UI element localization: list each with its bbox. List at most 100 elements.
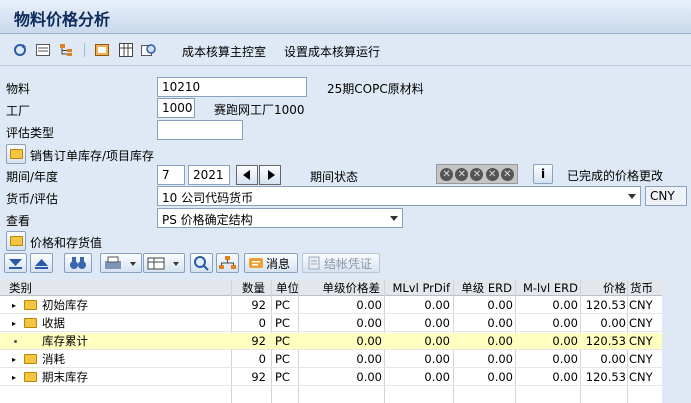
grid-icon[interactable] [118,42,134,58]
header-unit[interactable]: 单位 [276,280,299,296]
magnifier-icon [194,256,209,271]
table-row[interactable]: ▸ 收据 0 PC 0.00 0.00 0.00 0.00 0.00 CNY [0,315,662,332]
table-row-selected[interactable]: 库存累计 92 PC 0.00 0.00 0.00 0.00 120.53 CN… [0,333,662,350]
messages-button[interactable]: 消息 [244,253,298,273]
mlvl-erd-cell: 0.00 [552,370,578,384]
grid-header: 类别 数量 单位 单级价格差 MLvl PrDif 单级 ERD M-lvl E… [0,280,662,296]
mlvl-erd-cell: 0.00 [552,352,578,366]
expand-triangle-icon[interactable]: ▸ [12,315,16,332]
category-cell: 消耗 [42,352,65,366]
next-period-button[interactable] [259,165,281,185]
mlvl-prdif-cell: 0.00 [424,352,450,366]
leaf-bullet-icon [14,340,17,343]
expand-triangle-icon[interactable]: ▸ [12,351,16,368]
status-x-icon: ✕ [500,167,514,181]
header-quantity[interactable]: 数量 [232,280,265,296]
application-toolbar: 成本核算主控室 设置成本核算运行 [0,34,691,66]
quantity-cell: 0 [258,316,266,330]
expand-icon [9,259,22,269]
valuation-type-input[interactable] [157,120,243,140]
view-dropdown[interactable]: PS 价格确定结构 [157,208,403,228]
table-row[interactable]: ▸ 消耗 0 PC 0.00 0.00 0.00 0.00 0.00 CNY [0,351,662,368]
arrow-right-icon [268,170,275,180]
year-input[interactable]: 2021 [188,165,230,185]
header-price[interactable]: 价格 [582,280,626,296]
header-mlvl-prdif[interactable]: MLvl PrDif [385,280,450,296]
single-level-diff-cell: 0.00 [356,298,382,312]
expand-triangle-icon[interactable]: ▸ [12,297,16,314]
category-cell: 期末库存 [42,370,88,384]
unit-cell: PC [275,370,290,384]
material-input[interactable]: 10210 [157,77,307,97]
currency-cell: CNY [629,334,653,348]
mlvl-erd-cell: 0.00 [552,334,578,348]
view-value: PS 价格确定结构 [162,213,253,227]
material-description: 25期COPC原材料 [327,82,424,96]
valuation-type-label: 评估类型 [6,126,55,140]
header-mlvl-erd[interactable]: M-lvl ERD [516,280,578,296]
category-cell: 初始库存 [42,298,88,312]
message-icon [249,258,263,268]
document-icon[interactable] [94,42,110,58]
currency-valuation-dropdown[interactable]: 10 公司代码货币 [157,186,641,206]
find-button[interactable] [64,253,92,273]
header-single-erd[interactable]: 单级 ERD [454,280,512,296]
info-button[interactable]: i [533,164,553,184]
table-row[interactable]: ▸ 初始库存 92 PC 0.00 0.00 0.00 0.00 120.53 … [0,297,662,314]
previous-period-button[interactable] [236,165,258,185]
unit-cell: PC [275,316,290,330]
period-year-label: 期间/年度 [6,170,59,184]
period-status-indicators: ✕ ✕ ✕ ✕ ✕ [436,164,518,184]
status-x-icon: ✕ [440,167,454,181]
search-detail-icon[interactable] [141,42,157,58]
price-stock-toggle[interactable] [6,231,26,251]
single-erd-cell: 0.00 [487,352,513,366]
quantity-cell: 92 [251,334,266,348]
view-label: 查看 [6,214,31,228]
status-x-icon: ✕ [455,167,469,181]
mlvl-prdif-cell: 0.00 [424,334,450,348]
structure-button[interactable] [216,253,239,273]
expand-all-button[interactable] [4,253,27,273]
info-icon: i [540,167,546,181]
currency-cell: CNY [629,316,653,330]
zoom-button[interactable] [190,253,213,273]
single-level-diff-cell: 0.00 [356,352,382,366]
currency-cell: CNY [629,298,653,312]
period-input[interactable]: 7 [157,165,185,185]
status-x-icon: ✕ [485,167,499,181]
setup-cost-run-button[interactable]: 设置成本核算运行 [284,43,380,60]
sales-stock-toggle[interactable] [6,144,26,164]
hierarchy-icon[interactable] [58,42,74,58]
cost-cockpit-button[interactable]: 成本核算主控室 [182,43,266,60]
page-title: 物料价格分析 [14,10,111,29]
print-menu-button[interactable] [100,253,142,273]
single-level-diff-cell: 0.00 [356,316,382,330]
collapse-icon [35,259,48,269]
category-cell: 库存累计 [42,334,88,348]
header-currency[interactable]: 货币 [630,280,653,296]
layout-menu-button[interactable] [143,253,185,273]
category-cell: 收据 [42,316,65,330]
mlvl-prdif-cell: 0.00 [424,370,450,384]
chevron-down-icon [390,216,398,221]
refresh-icon[interactable] [12,42,28,58]
single-level-diff-cell: 0.00 [356,334,382,348]
collapse-all-button[interactable] [30,253,53,273]
header-single-level-diff[interactable]: 单级价格差 [300,280,381,296]
folder-icon [24,372,37,382]
binoculars-icon [70,257,86,269]
printer-icon [105,256,136,269]
material-label: 物料 [6,82,31,96]
closing-document-label: 结帐凭证 [324,256,373,271]
table-row[interactable]: ▸ 期末库存 92 PC 0.00 0.00 0.00 0.00 120.53 … [0,369,662,386]
single-erd-cell: 0.00 [487,316,513,330]
list-icon[interactable] [35,42,51,58]
header-category[interactable]: 类别 [9,280,32,296]
unit-cell: PC [275,334,290,348]
folder-icon [10,236,23,246]
plant-label: 工厂 [6,104,31,118]
expand-triangle-icon[interactable]: ▸ [12,369,16,386]
quantity-cell: 0 [258,352,266,366]
plant-input[interactable]: 1000 [157,98,195,118]
